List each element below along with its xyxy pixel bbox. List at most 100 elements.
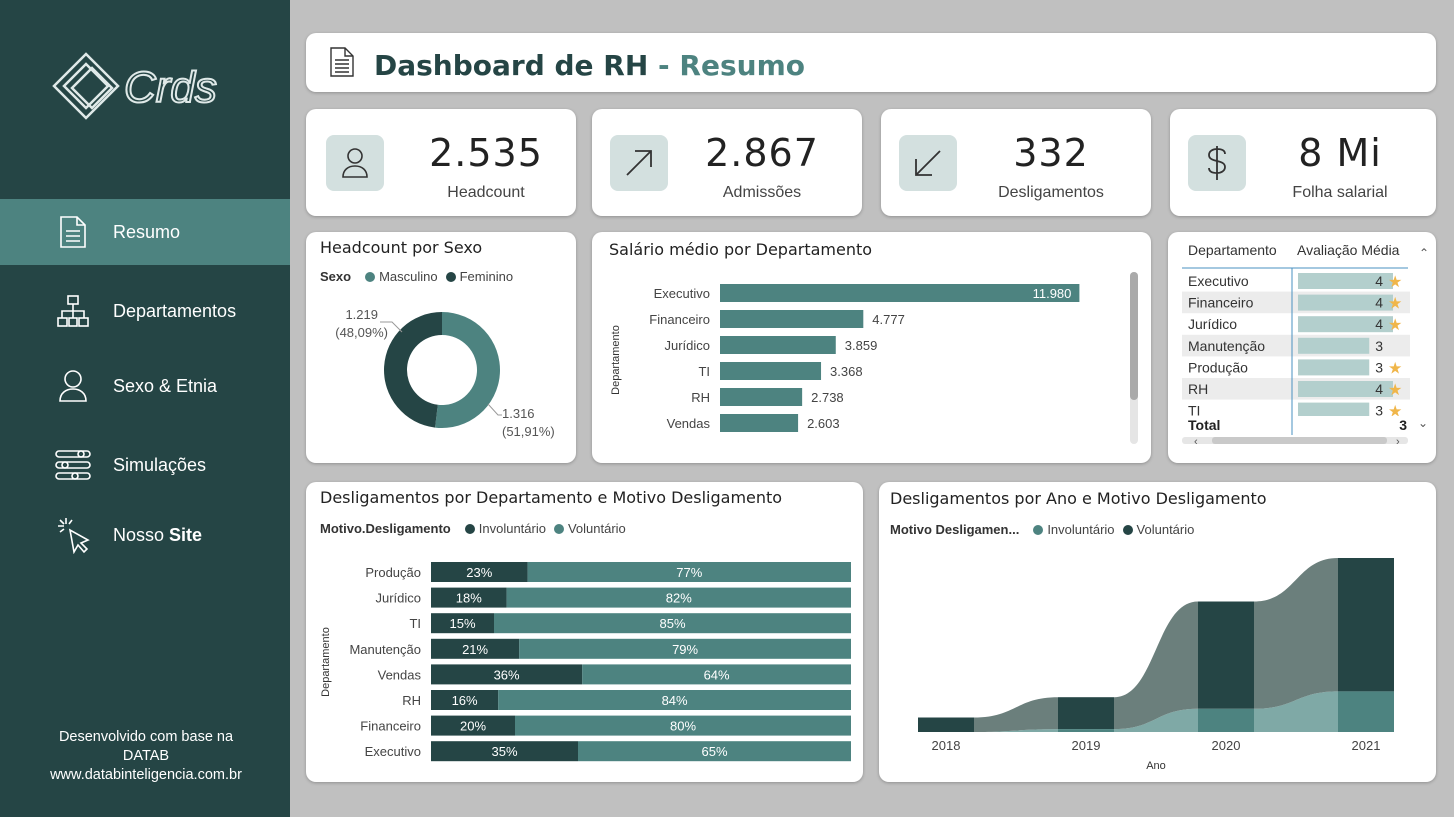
category-label: Financeiro	[649, 312, 710, 327]
table-cell: 4	[1375, 381, 1383, 397]
category-label: Executivo	[654, 286, 710, 301]
sidebar-item-nosso-site[interactable]: Nosso Site	[0, 502, 290, 568]
data-label: 65%	[701, 744, 727, 759]
data-label: 1.219	[345, 307, 378, 322]
sidebar-item-sexo-etnia[interactable]: Sexo & Etnia	[0, 353, 290, 419]
page-title-card: Dashboard de RH - Resumo	[306, 33, 1436, 92]
data-label: 3.859	[845, 338, 878, 353]
scrollbar-thumb[interactable]	[1130, 272, 1138, 400]
sliders-icon	[55, 447, 91, 483]
table-svg: Departamento Avaliação Média ⌃ Executivo 4 ★ F…	[1182, 242, 1429, 448]
kpi-value: 332	[1013, 131, 1089, 175]
category-label: Jurídico	[375, 591, 421, 606]
data-bar	[1298, 337, 1370, 354]
x-tick-label: 2020	[1212, 738, 1241, 753]
data-label: 85%	[659, 616, 685, 631]
table-cell: 3	[1375, 338, 1383, 354]
column-involuntario	[1338, 691, 1394, 732]
data-label: 23%	[466, 565, 492, 580]
donut-svg: 1.316 (51,91%) 1.219 (48,09%)	[335, 307, 555, 439]
total-label: Total	[1188, 417, 1220, 433]
kpi-label: Headcount	[447, 184, 525, 201]
data-label: 16%	[452, 693, 478, 708]
column-voluntario	[1058, 697, 1114, 730]
sidebar-item-departamentos[interactable]: Departamentos	[0, 278, 290, 344]
salary-by-department-chart: Salário médio por Departamento Departame…	[592, 232, 1151, 463]
category-label: Vendas	[378, 667, 422, 682]
data-label: 18%	[456, 591, 482, 606]
data-label: 4.777	[872, 312, 905, 327]
document-icon	[330, 47, 354, 81]
sidebar-item-label: Resumo	[113, 221, 181, 242]
bar	[720, 284, 1080, 302]
star-icon: ★	[1388, 296, 1402, 313]
category-label: Manutenção	[349, 642, 421, 657]
kpi-admissoes: 2.867 Admissões	[592, 109, 862, 216]
column-voluntario	[918, 717, 974, 732]
bar	[720, 414, 799, 432]
category-label: RH	[691, 390, 710, 405]
data-label: 2.603	[807, 416, 840, 431]
data-label: (48,09%)	[335, 325, 388, 340]
terminations-by-year-chart: Desligamentos por Ano e Motivo Desligame…	[879, 482, 1436, 782]
company-logo: Crds	[52, 50, 232, 122]
ribbon-voluntario	[1254, 558, 1338, 709]
kpi-label: Folha salarial	[1292, 184, 1388, 201]
scrollbar[interactable]	[1130, 272, 1138, 444]
star-icon: ★	[1388, 360, 1402, 377]
arrow-up-right-icon	[610, 135, 668, 191]
table-cell: RH	[1188, 381, 1208, 397]
star-icon: ★	[1388, 382, 1402, 399]
column-voluntario	[1198, 601, 1254, 709]
data-label: 11.980	[1033, 286, 1072, 301]
click-cursor-icon	[55, 517, 91, 554]
bar	[720, 336, 836, 354]
column-voluntario	[1338, 558, 1394, 692]
sidebar-item-label: Simulações	[113, 454, 207, 475]
data-label: (51,91%)	[502, 424, 555, 439]
category-label: Executivo	[365, 744, 421, 759]
table-cell: 4	[1375, 316, 1383, 332]
category-label: Jurídico	[664, 338, 710, 353]
axis-label: Ano	[1146, 760, 1166, 772]
table-cell: Financeiro	[1188, 295, 1254, 311]
terminations-by-department-chart: Desligamentos por Departamento e Motivo …	[306, 482, 863, 782]
kpi-value: 8 Mi	[1298, 131, 1382, 175]
sidebar-item-simulacoes[interactable]: Simulações	[0, 432, 290, 498]
bar	[720, 362, 822, 380]
kpi-label: Desligamentos	[998, 184, 1104, 201]
table-cell: Manutenção	[1188, 338, 1265, 354]
data-label: 36%	[494, 667, 520, 682]
x-tick-label: 2021	[1352, 738, 1381, 753]
table-cell: Jurídico	[1188, 316, 1237, 332]
table-cell: Executivo	[1188, 273, 1249, 289]
category-label: TI	[409, 616, 421, 631]
table-cell: Produção	[1188, 359, 1248, 375]
data-label: 77%	[676, 565, 702, 580]
document-icon	[55, 214, 91, 250]
column-header: Avaliação Média	[1297, 242, 1400, 258]
data-label: 84%	[662, 693, 688, 708]
footer-link[interactable]: www.databinteligencia.com.br	[20, 766, 272, 785]
donut-slice	[435, 312, 501, 428]
axis-label: Departamento	[610, 325, 622, 395]
category-label: Vendas	[667, 416, 711, 431]
page-title: Dashboard de RH - Resumo	[374, 49, 805, 82]
scroll-down-arrow: ⌄	[1418, 416, 1428, 430]
salary-svg: Departamento Executivo 11.980 Financeiro 4.7…	[610, 284, 1080, 432]
sidebar-item-resumo[interactable]: Resumo	[0, 199, 290, 265]
data-label: 82%	[666, 591, 692, 606]
kpi-folha-salarial: 8 Mi Folha salarial	[1170, 109, 1436, 216]
kpi-desligamentos: 332 Desligamentos	[881, 109, 1151, 216]
kpi-value: 2.867	[705, 131, 819, 175]
data-label: 79%	[672, 642, 698, 657]
star-icon: ★	[1388, 274, 1402, 291]
category-label: TI	[698, 364, 710, 379]
h-scrollbar-thumb	[1212, 437, 1387, 444]
data-label: 3.368	[830, 364, 863, 379]
donut-slice	[384, 312, 442, 428]
ribbon-voluntario	[974, 697, 1058, 732]
category-label: Produção	[365, 565, 421, 580]
table-cell: 3	[1375, 359, 1383, 375]
table-cell: 4	[1375, 295, 1383, 311]
